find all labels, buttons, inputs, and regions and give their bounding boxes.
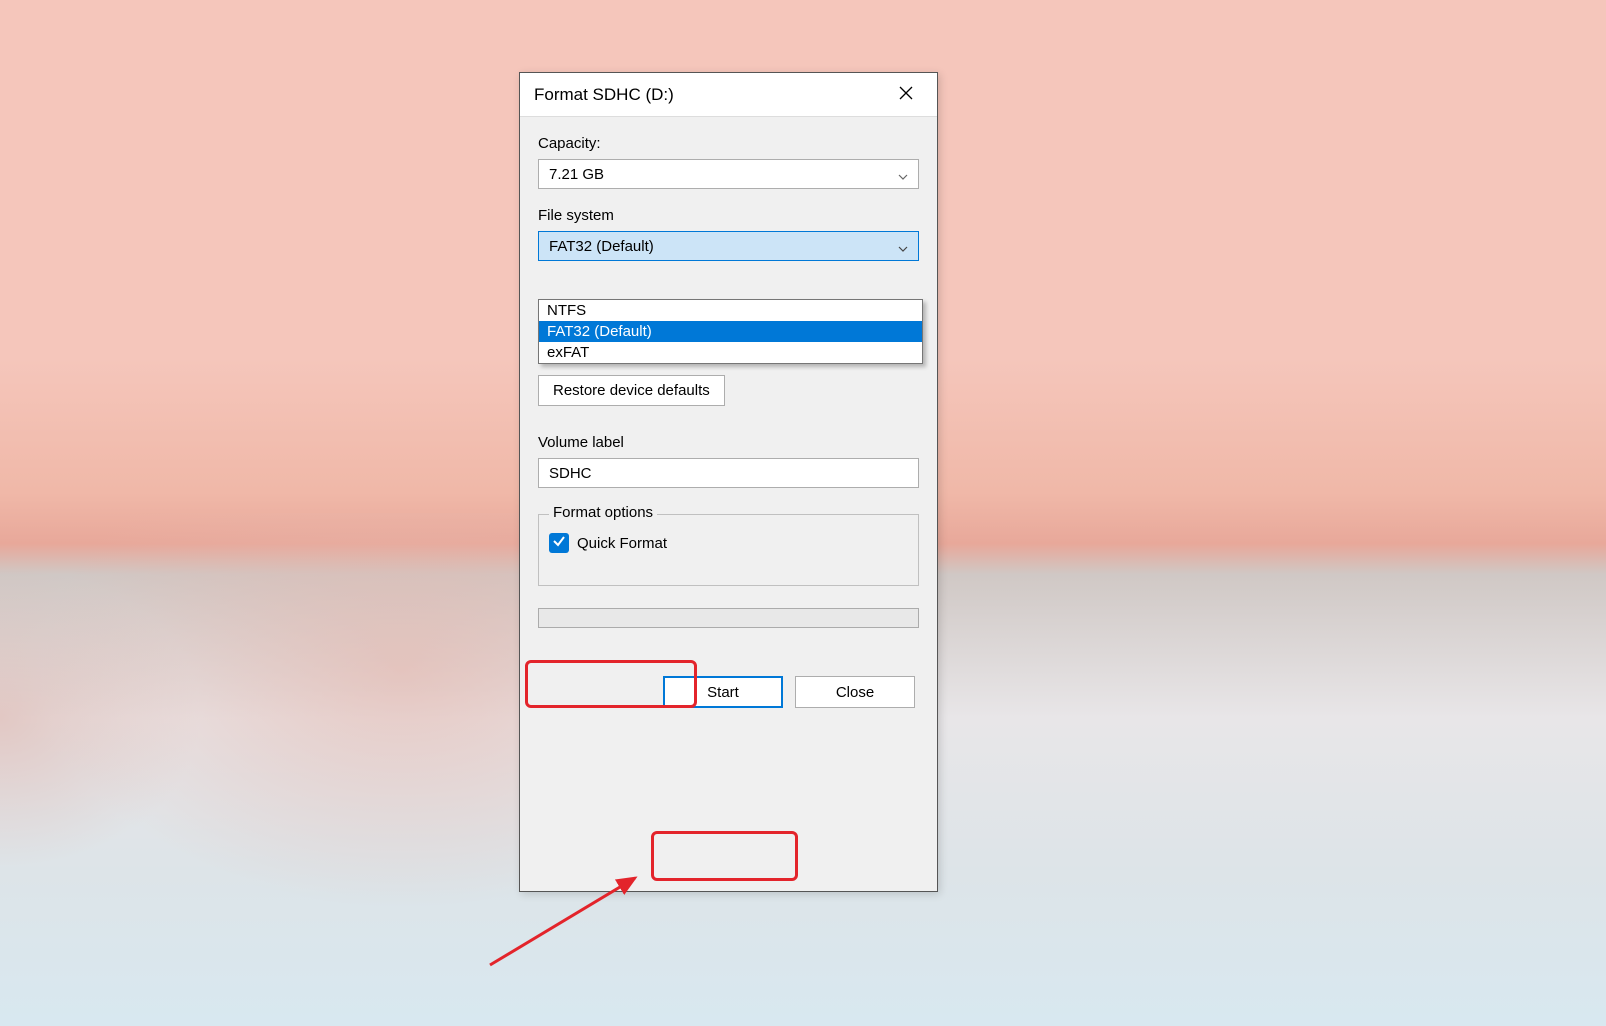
chevron-down-icon: [898, 241, 908, 251]
quick-format-row: Quick Format: [549, 533, 908, 553]
filesystem-dropdown[interactable]: FAT32 (Default): [538, 231, 919, 261]
window-close-button[interactable]: [883, 79, 929, 111]
capacity-label: Capacity:: [538, 135, 919, 152]
dialog-title: Format SDHC (D:): [534, 85, 883, 105]
close-icon: [899, 86, 913, 104]
format-options-group: Format options Quick Format: [538, 514, 919, 586]
start-button[interactable]: Start: [663, 676, 783, 708]
dialog-content: Capacity: 7.21 GB File system FAT32 (Def…: [520, 117, 937, 722]
close-button[interactable]: Close: [795, 676, 915, 708]
filesystem-dropdown-list: NTFS FAT32 (Default) exFAT: [538, 299, 923, 364]
quick-format-label: Quick Format: [577, 535, 667, 552]
filesystem-option-ntfs[interactable]: NTFS: [539, 300, 922, 321]
checkmark-icon: [552, 534, 566, 552]
format-dialog: Format SDHC (D:) Capacity: 7.21 GB File …: [519, 72, 938, 892]
chevron-down-icon: [898, 169, 908, 179]
capacity-value: 7.21 GB: [549, 166, 604, 183]
quick-format-checkbox[interactable]: [549, 533, 569, 553]
capacity-dropdown[interactable]: 7.21 GB: [538, 159, 919, 189]
filesystem-option-exfat[interactable]: exFAT: [539, 342, 922, 363]
volume-label-input[interactable]: [538, 458, 919, 488]
titlebar: Format SDHC (D:): [520, 73, 937, 117]
format-progress-bar: [538, 608, 919, 628]
format-options-legend: Format options: [549, 504, 657, 521]
volume-label-label: Volume label: [538, 434, 919, 451]
filesystem-label: File system: [538, 207, 919, 224]
filesystem-value: FAT32 (Default): [549, 238, 654, 255]
restore-defaults-button[interactable]: Restore device defaults: [538, 375, 725, 406]
filesystem-option-fat32[interactable]: FAT32 (Default): [539, 321, 922, 342]
